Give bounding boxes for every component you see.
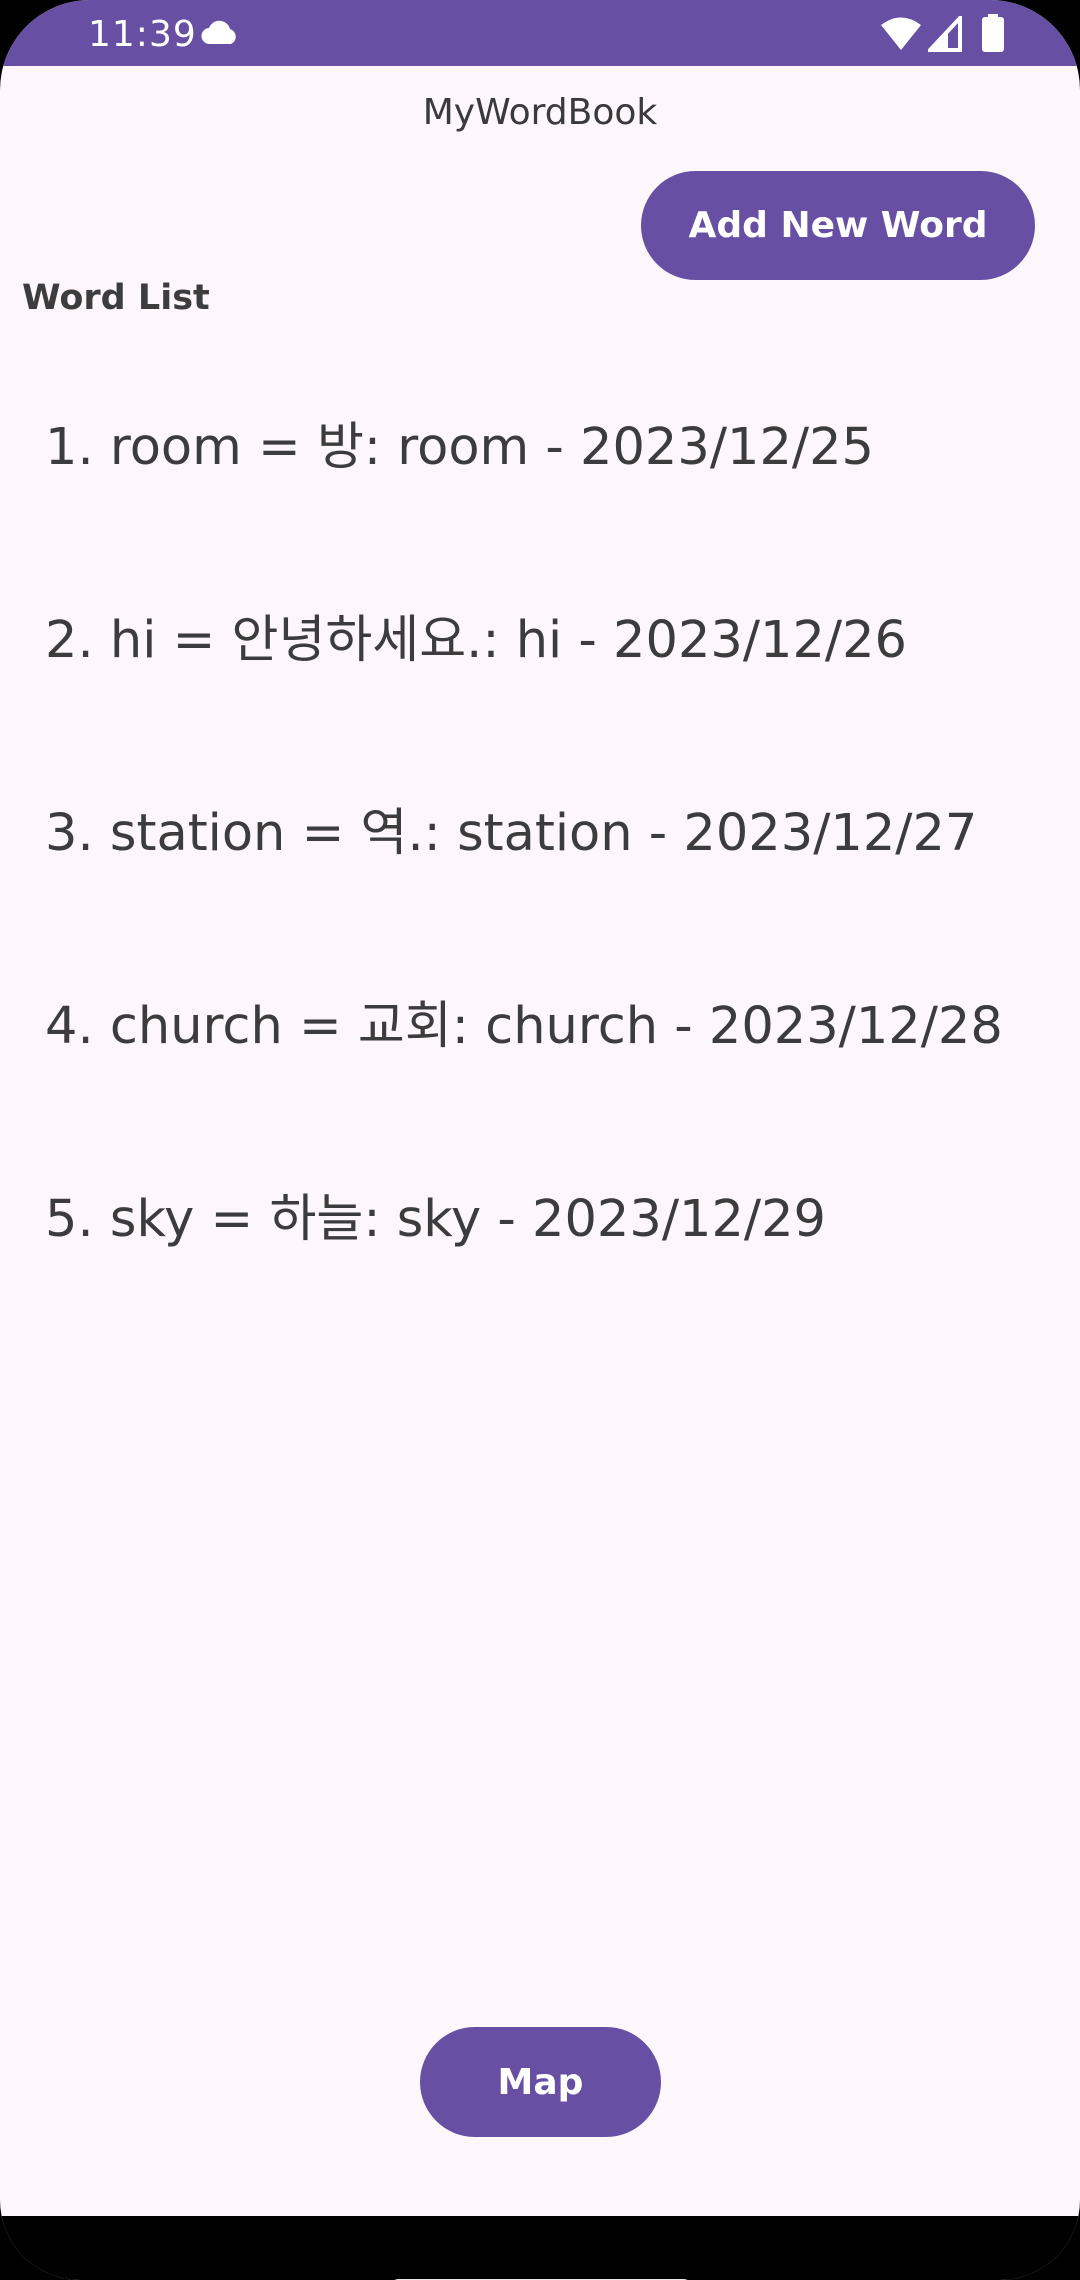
- app-title: MyWordBook: [422, 92, 658, 133]
- cloud-icon: [201, 20, 236, 45]
- word-list-heading: Word List: [22, 278, 210, 318]
- word-list-item[interactable]: 1. room = 방: room - 2023/12/25: [45, 408, 1045, 601]
- signal-icon: [928, 16, 962, 52]
- battery-icon: [982, 14, 1004, 52]
- navigation-bar: [0, 2216, 1080, 2280]
- status-time: 11:39: [88, 14, 197, 55]
- status-bar: 11:39: [0, 0, 1080, 66]
- word-list-item[interactable]: 4. church = 교회: church - 2023/12/28: [45, 987, 1045, 1180]
- word-list-item[interactable]: 2. hi = 안녕하세요.: hi - 2023/12/26: [45, 601, 1045, 794]
- add-new-word-button[interactable]: Add New Word: [641, 171, 1035, 280]
- wifi-icon: [881, 17, 921, 50]
- app-screen: 11:39 MyWordBook Add New Word Word List …: [0, 0, 1080, 2280]
- map-button[interactable]: Map: [420, 2027, 661, 2137]
- word-list-item[interactable]: 3. station = 역.: station - 2023/12/27: [45, 794, 1045, 987]
- word-list-item[interactable]: 5. sky = 하늘: sky - 2023/12/29: [45, 1180, 1045, 1373]
- word-list: 1. room = 방: room - 2023/12/25 2. hi = 안…: [45, 408, 1045, 1373]
